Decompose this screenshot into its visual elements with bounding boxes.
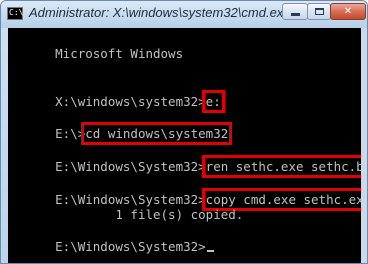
console-output[interactable]: Microsoft Windows X:\windows\system32>e:… xyxy=(8,28,361,263)
console-text: Microsoft Windows xyxy=(55,46,184,61)
console-prompt: X:\windows\system32> xyxy=(55,94,206,109)
console-line: E:\Windows\System32> xyxy=(10,224,214,263)
app-icon-glyph: C:\ xyxy=(9,8,24,17)
title-bar[interactable]: C:\ Administrator: X:\windows\system32\c… xyxy=(1,1,367,28)
text-cursor xyxy=(206,250,214,252)
cmd-window: C:\ Administrator: X:\windows\system32\c… xyxy=(0,0,368,264)
highlighted-command: ren sethc.exe sethc.bak xyxy=(201,155,361,178)
highlighted-command: e: xyxy=(201,90,225,113)
console-prompt: E:\Windows\System32> xyxy=(55,159,206,174)
console-prompt: E:\Windows\System32> xyxy=(55,239,206,254)
console-line: Microsoft Windows xyxy=(10,31,183,76)
minimize-button[interactable] xyxy=(282,3,308,20)
console-text: 1 file(s) copied. xyxy=(55,207,244,222)
highlighted-command: cd windows\system32 xyxy=(81,122,233,145)
maximize-button[interactable] xyxy=(307,3,331,20)
cmd-app-icon[interactable]: C:\ xyxy=(7,7,23,20)
console-prompt: E:\> xyxy=(55,126,86,141)
close-button[interactable]: ✕ xyxy=(330,3,366,20)
window-right-frame xyxy=(361,28,367,263)
minimize-icon xyxy=(290,13,300,16)
window-title: Administrator: X:\windows\system32\cmd.e… xyxy=(29,5,291,20)
maximize-icon xyxy=(314,8,324,15)
